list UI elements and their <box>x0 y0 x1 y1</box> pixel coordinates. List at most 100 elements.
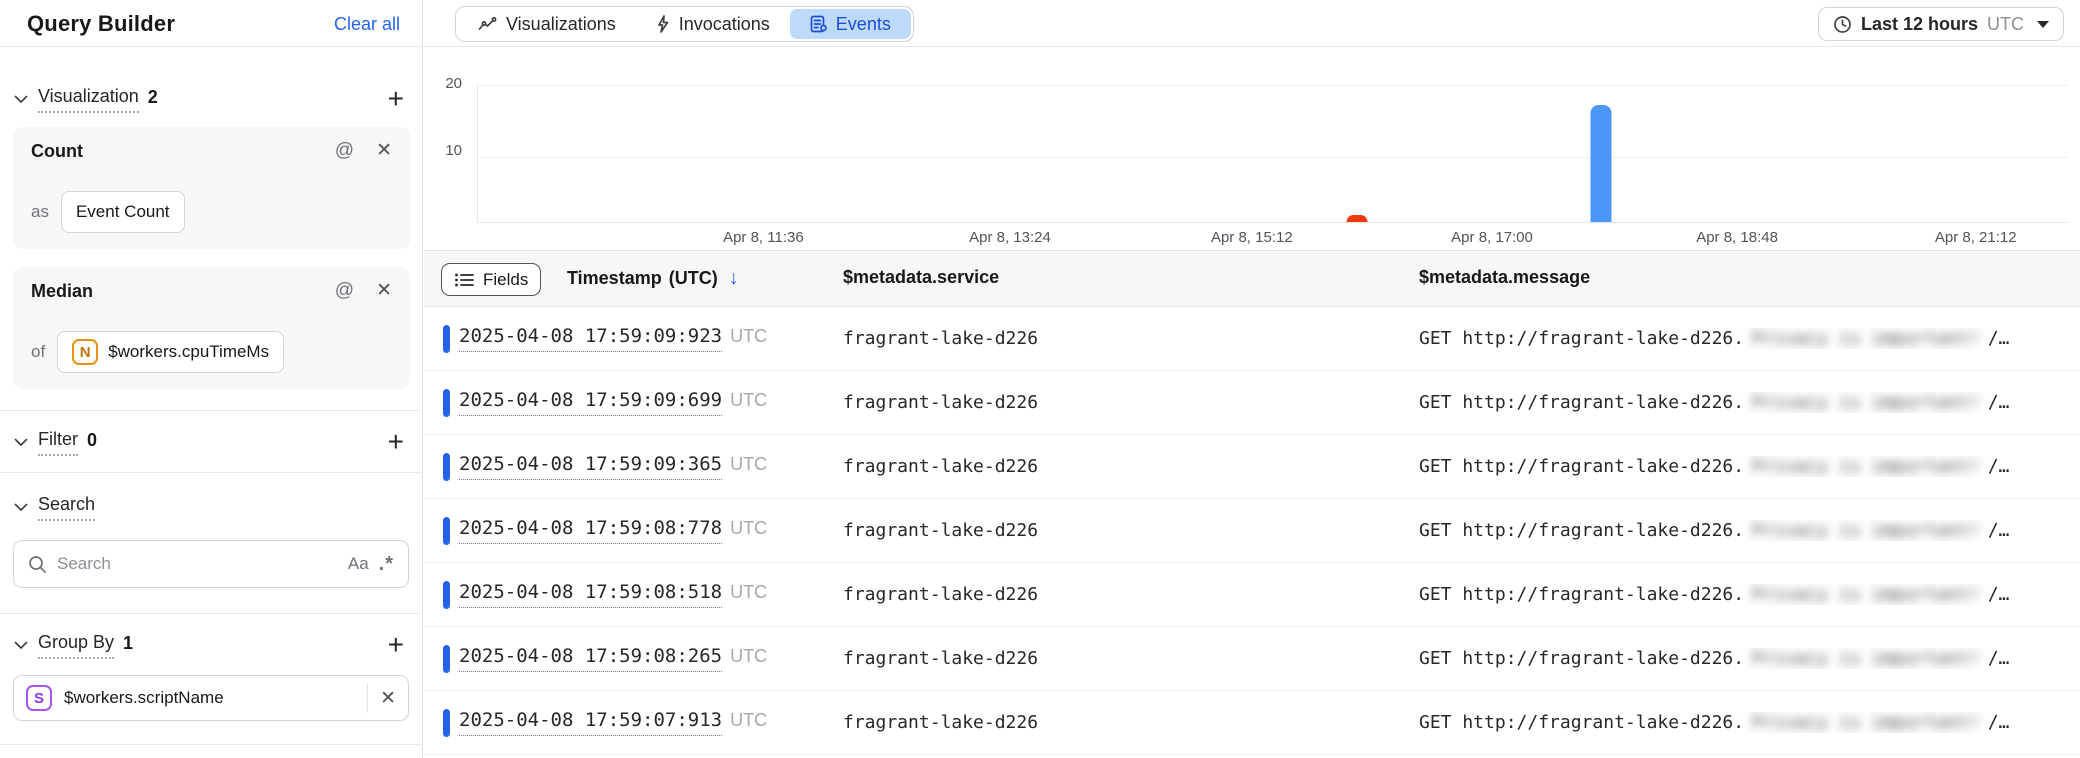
filter-section-header: Filter 0 + <box>14 427 408 457</box>
visualization-section-label[interactable]: Visualization <box>38 86 139 113</box>
timestamp-value[interactable]: 2025-04-08 17:59:09:923 <box>459 325 722 352</box>
event-timestamp[interactable]: 2025-04-08 17:59:09:923UTC <box>459 325 767 347</box>
panel-title: Query Builder <box>27 11 175 37</box>
tab-label: Visualizations <box>506 14 616 35</box>
x-axis-tick: Apr 8, 18:48 <box>1696 229 1778 246</box>
chevron-down-icon[interactable] <box>14 95 28 104</box>
events-table-header: Fields Timestamp (UTC) ↓ $metadata.servi… <box>424 250 2080 307</box>
event-row[interactable]: 2025-04-08 17:59:08:265UTC fragrant-lake… <box>424 627 2080 691</box>
group-by-item[interactable]: S $workers.scriptName ✕ <box>13 675 409 721</box>
clear-all-link[interactable]: Clear all <box>334 14 400 35</box>
event-timestamp[interactable]: 2025-04-08 17:59:08:265UTC <box>459 645 767 667</box>
event-row[interactable]: 2025-04-08 17:59:09:699UTC fragrant-lake… <box>424 371 2080 435</box>
divider <box>0 744 422 745</box>
main-topbar: Visualizations Invocations Events <box>424 0 2080 47</box>
event-message: GET http://fragrant-lake-d226. Privacy is… <box>1419 584 2070 605</box>
event-service: fragrant-lake-d226 <box>843 712 1038 733</box>
events-table: Fields Timestamp (UTC) ↓ $metadata.servi… <box>424 250 2080 758</box>
alias-at-icon[interactable]: @ <box>335 280 354 302</box>
timestamp-value[interactable]: 2025-04-08 17:59:08:518 <box>459 581 722 608</box>
message-redacted-blur: Privacy is important! <box>1752 584 1980 605</box>
time-range-dropdown[interactable]: Last 12 hours UTC <box>1818 7 2064 41</box>
histogram-bar <box>1590 105 1611 222</box>
tab-visualizations[interactable]: Visualizations <box>458 9 636 39</box>
timestamp-value[interactable]: 2025-04-08 17:59:08:265 <box>459 645 722 672</box>
event-service: fragrant-lake-d226 <box>843 456 1038 477</box>
message-suffix: /… <box>1988 392 2010 413</box>
event-row[interactable]: 2025-04-08 17:59:08:518UTC fragrant-lake… <box>424 563 2080 627</box>
event-service: fragrant-lake-d226 <box>843 392 1038 413</box>
divider <box>0 613 422 614</box>
numeric-type-badge: N <box>72 339 98 365</box>
event-row[interactable]: 2025-04-08 17:59:07:913UTC fragrant-lake… <box>424 691 2080 755</box>
chip-label: Event Count <box>76 202 170 222</box>
lightning-icon <box>656 15 670 33</box>
timestamp-value[interactable]: 2025-04-08 17:59:09:365 <box>459 453 722 480</box>
events-doc-icon <box>810 15 827 33</box>
x-axis-tick: Apr 8, 13:24 <box>969 229 1051 246</box>
event-timestamp[interactable]: 2025-04-08 17:59:08:518UTC <box>459 581 767 603</box>
message-prefix: GET http://fragrant-lake-d226. <box>1419 584 1744 605</box>
message-prefix: GET http://fragrant-lake-d226. <box>1419 648 1744 669</box>
event-timestamp[interactable]: 2025-04-08 17:59:09:365UTC <box>459 453 767 475</box>
remove-count-icon[interactable]: ✕ <box>376 141 392 160</box>
column-header-timestamp: Timestamp (UTC) ↓ <box>567 267 739 290</box>
event-message: GET http://fragrant-lake-d226.Privacy is… <box>1419 648 2070 669</box>
list-icon <box>454 272 475 288</box>
search-section-label[interactable]: Search <box>38 494 95 521</box>
fields-button[interactable]: Fields <box>441 263 541 296</box>
sort-descending-icon[interactable]: ↓ <box>729 267 739 290</box>
tab-events[interactable]: Events <box>790 9 911 39</box>
event-service: fragrant-lake-d226 <box>843 648 1038 669</box>
remove-median-icon[interactable]: ✕ <box>376 281 392 300</box>
tab-label: Events <box>836 14 891 35</box>
event-message: GET http://fragrant-lake-d226.Privacy is… <box>1419 520 2070 541</box>
match-case-icon[interactable]: Aa <box>348 554 369 574</box>
search-input[interactable] <box>57 554 338 574</box>
events-table-body: 2025-04-08 17:59:09:923UTC fragrant-lake… <box>424 307 2080 758</box>
event-row[interactable]: 2025-04-08 17:59:08:778UTC fragrant-lake… <box>424 499 2080 563</box>
gridline <box>478 157 2068 158</box>
group-by-section-header: Group By 1 + <box>14 630 408 660</box>
string-type-badge: S <box>26 685 52 711</box>
header-zone-label: (UTC) <box>669 268 718 289</box>
query-builder-panel: Query Builder Clear all Visualization 2 … <box>0 0 423 758</box>
remove-group-by-icon[interactable]: ✕ <box>380 689 396 708</box>
group-by-section-label[interactable]: Group By <box>38 632 114 659</box>
event-count-chip[interactable]: Event Count <box>61 191 185 233</box>
x-axis-tick: Apr 8, 21:12 <box>1935 229 2017 246</box>
timestamp-zone: UTC <box>730 710 767 730</box>
event-timestamp[interactable]: 2025-04-08 17:59:07:913UTC <box>459 709 767 731</box>
event-message: GET http://fragrant-lake-d226.Privacy is… <box>1419 712 2070 733</box>
x-axis: Apr 8, 11:36Apr 8, 13:24Apr 8, 15:12Apr … <box>477 229 2068 249</box>
visualization-count: 2 <box>148 87 158 112</box>
timestamp-value[interactable]: 2025-04-08 17:59:08:778 <box>459 517 722 544</box>
chevron-down-icon[interactable] <box>14 438 28 447</box>
timestamp-value[interactable]: 2025-04-08 17:59:07:913 <box>459 709 722 736</box>
event-service: fragrant-lake-d226 <box>843 520 1038 541</box>
add-filter-button[interactable]: + <box>384 428 408 456</box>
add-group-by-button[interactable]: + <box>384 631 408 659</box>
event-message: GET http://fragrant-lake-d226.Privacy is… <box>1419 456 2070 477</box>
timestamp-value[interactable]: 2025-04-08 17:59:09:699 <box>459 389 722 416</box>
time-range-label: Last 12 hours <box>1861 14 1978 35</box>
timestamp-zone: UTC <box>730 518 767 538</box>
message-suffix: /… <box>1988 328 2010 349</box>
alias-at-icon[interactable]: @ <box>335 140 354 162</box>
add-visualization-button[interactable]: + <box>384 85 408 113</box>
event-timestamp[interactable]: 2025-04-08 17:59:08:778UTC <box>459 517 767 539</box>
tab-invocations[interactable]: Invocations <box>636 9 790 39</box>
regex-icon[interactable]: .* <box>379 553 394 576</box>
of-label: of <box>31 342 45 362</box>
event-level-indicator <box>443 581 450 609</box>
event-timestamp[interactable]: 2025-04-08 17:59:09:699UTC <box>459 389 767 411</box>
chevron-down-icon[interactable] <box>14 641 28 650</box>
message-prefix: GET http://fragrant-lake-d226. <box>1419 520 1744 541</box>
timestamp-zone: UTC <box>730 582 767 602</box>
event-row[interactable]: 2025-04-08 17:59:09:365UTC fragrant-lake… <box>424 435 2080 499</box>
event-row[interactable]: 2025-04-08 17:59:09:923UTC fragrant-lake… <box>424 307 2080 371</box>
chevron-down-icon[interactable] <box>14 503 28 512</box>
cpu-time-field-chip[interactable]: N $workers.cpuTimeMs <box>57 331 284 373</box>
message-prefix: GET http://fragrant-lake-d226. <box>1419 392 1744 413</box>
filter-section-label[interactable]: Filter <box>38 429 78 456</box>
